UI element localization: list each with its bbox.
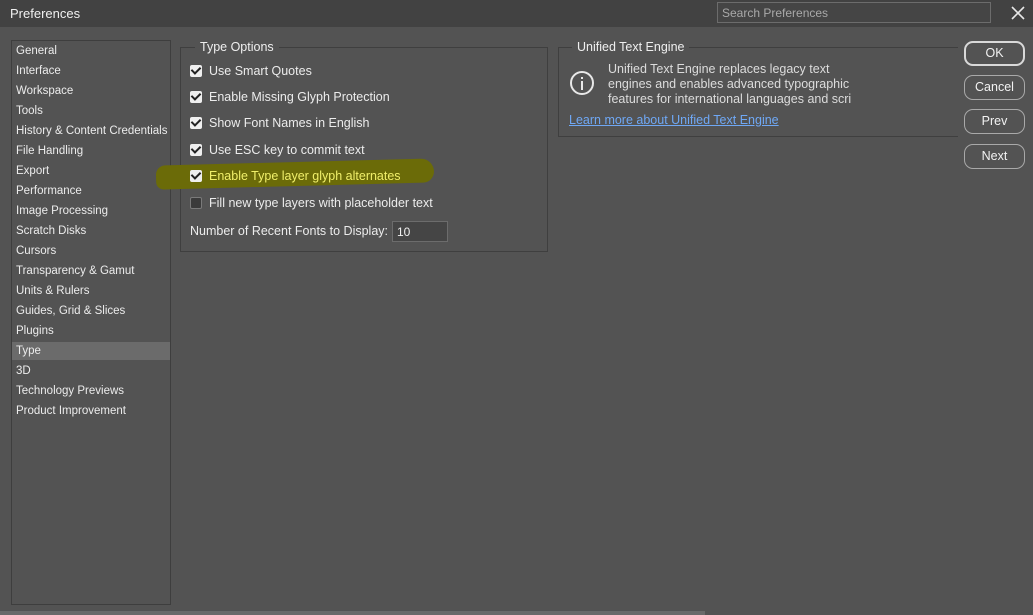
description-line: features for international languages and…	[608, 92, 852, 106]
close-icon[interactable]	[1008, 3, 1028, 23]
sidebar-item-export[interactable]: Export	[12, 162, 170, 180]
option-label: Show Font Names in English	[209, 116, 370, 130]
sidebar-item-performance[interactable]: Performance	[12, 182, 170, 200]
description-line: Unified Text Engine replaces legacy text	[608, 62, 830, 76]
option-label: Use Smart Quotes	[209, 64, 312, 78]
prev-button[interactable]: Prev	[964, 109, 1025, 134]
option-label: Enable Type layer glyph alternates	[209, 169, 401, 183]
next-button[interactable]: Next	[964, 144, 1025, 169]
recent-fonts-input[interactable]	[392, 221, 448, 242]
info-icon	[570, 71, 594, 95]
option-font-names-english[interactable]: Show Font Names in English	[190, 114, 370, 132]
unified-text-engine-description: Unified Text Engine replaces legacy text…	[608, 62, 858, 107]
option-label: Enable Missing Glyph Protection	[209, 90, 390, 104]
sidebar-item-type[interactable]: Type	[12, 342, 170, 360]
sidebar-item-technology-previews[interactable]: Technology Previews	[12, 382, 170, 400]
cancel-button[interactable]: Cancel	[964, 75, 1025, 100]
option-placeholder-text[interactable]: Fill new type layers with placeholder te…	[190, 194, 433, 212]
sidebar-item-plugins[interactable]: Plugins	[12, 322, 170, 340]
option-esc-commit[interactable]: Use ESC key to commit text	[190, 141, 365, 159]
sidebar-item-transparency[interactable]: Transparency & Gamut	[12, 262, 170, 280]
description-line: engines and enables advanced typographic	[608, 77, 850, 91]
unified-text-engine-title: Unified Text Engine	[572, 40, 690, 54]
checkbox-font-names-english[interactable]	[190, 117, 202, 129]
option-smart-quotes[interactable]: Use Smart Quotes	[190, 62, 312, 80]
search-input[interactable]	[717, 2, 991, 23]
title-bar: Preferences	[0, 0, 1033, 27]
option-missing-glyph[interactable]: Enable Missing Glyph Protection	[190, 88, 390, 106]
sidebar-item-scratch-disks[interactable]: Scratch Disks	[12, 222, 170, 240]
preferences-sidebar: General Interface Workspace Tools Histor…	[11, 40, 171, 605]
sidebar-item-image-processing[interactable]: Image Processing	[12, 202, 170, 220]
bottom-scrollbar	[0, 611, 705, 615]
sidebar-item-guides[interactable]: Guides, Grid & Slices	[12, 302, 170, 320]
option-glyph-alternates[interactable]: Enable Type layer glyph alternates	[190, 167, 401, 185]
window-title: Preferences	[10, 6, 81, 21]
sidebar-item-file-handling[interactable]: File Handling	[12, 142, 170, 160]
ok-button[interactable]: OK	[964, 41, 1025, 66]
sidebar-item-general[interactable]: General	[12, 42, 170, 60]
sidebar-item-cursors[interactable]: Cursors	[12, 242, 170, 260]
option-label: Use ESC key to commit text	[209, 143, 365, 157]
sidebar-item-tools[interactable]: Tools	[12, 102, 170, 120]
type-options-title: Type Options	[195, 40, 279, 54]
checkbox-esc-commit[interactable]	[190, 144, 202, 156]
recent-fonts-label: Number of Recent Fonts to Display:	[190, 224, 388, 238]
sidebar-item-history[interactable]: History & Content Credentials	[12, 122, 170, 140]
learn-more-link[interactable]: Learn more about Unified Text Engine	[569, 113, 779, 127]
checkbox-placeholder-text[interactable]	[190, 197, 202, 209]
checkbox-glyph-alternates[interactable]	[190, 170, 202, 182]
sidebar-item-units[interactable]: Units & Rulers	[12, 282, 170, 300]
sidebar-item-product-improvement[interactable]: Product Improvement	[12, 402, 170, 420]
checkbox-missing-glyph[interactable]	[190, 91, 202, 103]
sidebar-item-workspace[interactable]: Workspace	[12, 82, 170, 100]
option-label: Fill new type layers with placeholder te…	[209, 196, 433, 210]
sidebar-item-interface[interactable]: Interface	[12, 62, 170, 80]
sidebar-item-3d[interactable]: 3D	[12, 362, 170, 380]
checkbox-smart-quotes[interactable]	[190, 65, 202, 77]
